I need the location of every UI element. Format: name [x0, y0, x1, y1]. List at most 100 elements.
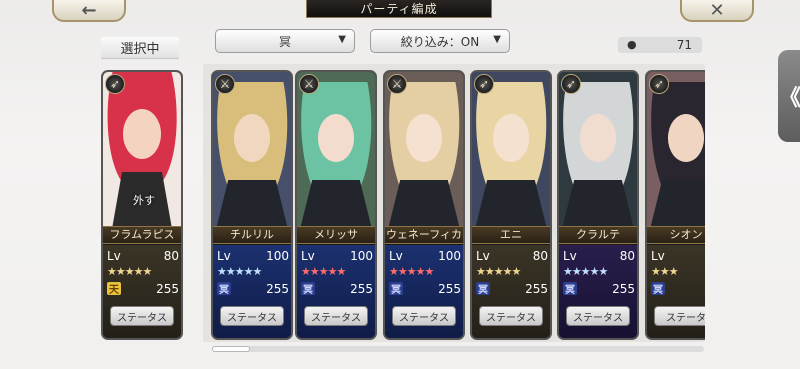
character-name: クラルテ	[559, 226, 637, 244]
character-portrait	[297, 72, 375, 226]
character-portrait	[647, 72, 705, 226]
card-scroll-area[interactable]: ⚔ チルリル Lv 100 ★★★★★ 冥 255 ステータス ⚔ メリッサ Lv 100 ★★★★★ 冥…	[203, 70, 705, 342]
level-value: 100	[438, 249, 461, 263]
sword-icon: ⚔	[387, 74, 407, 94]
back-arrow-icon: ←	[81, 0, 97, 21]
character-name: エニ	[472, 226, 550, 244]
level-value: 80	[619, 249, 635, 263]
star-rating: ★★★	[651, 265, 679, 278]
character-card[interactable]: ➶ シオン Lv8 ★★★ 冥2 ステータ	[645, 70, 705, 340]
element-row: 冥2	[651, 282, 705, 296]
character-portrait	[472, 72, 550, 226]
star-rating: ★★★★★	[301, 265, 346, 278]
character-portrait	[213, 72, 291, 226]
level-row: Lv 80	[563, 249, 635, 263]
sword-icon: ⚔	[299, 74, 319, 94]
element-row: 冥 255	[476, 282, 548, 296]
element-value: 255	[525, 282, 548, 296]
chevron-down-icon: ▼	[338, 34, 346, 45]
stats-area: Lv8 ★★★ 冥2 ステータ	[647, 245, 705, 338]
page-title: パーティ編成	[306, 0, 492, 18]
dark-element-icon: 冥	[389, 282, 403, 296]
filter-dropdown-value: 絞り込み：ON	[400, 34, 480, 49]
sort-dropdown-value: 冥	[278, 34, 291, 49]
character-card[interactable]: ⚔ メリッサ Lv 100 ★★★★★ 冥 255 ステータス	[295, 70, 377, 340]
remove-label[interactable]: 外す	[131, 193, 157, 209]
level-row: Lv 100	[389, 249, 461, 263]
outfit-shape	[216, 180, 288, 226]
status-button[interactable]: ステータス	[392, 306, 456, 326]
star-rating: ★★★★★	[476, 265, 521, 278]
character-card[interactable]: ➶ エニ Lv 80 ★★★★★ 冥 255 ステータス	[470, 70, 552, 340]
selected-label: 選択中	[101, 37, 179, 59]
dark-element-icon: 冥	[301, 282, 315, 296]
bow-icon: ➶	[561, 74, 581, 94]
star-rating: ★★★★★	[563, 265, 608, 278]
face-shape	[317, 114, 355, 162]
close-icon: ✕	[709, 0, 725, 21]
face-shape	[579, 114, 617, 162]
side-panel-tab[interactable]: 《	[778, 50, 800, 142]
sword-icon: ⚔	[215, 74, 235, 94]
sky-element-icon: 天	[107, 282, 121, 296]
scrollbar-thumb[interactable]	[212, 346, 250, 352]
outfit-shape	[475, 180, 547, 226]
element-value: 255	[350, 282, 373, 296]
owned-count-box: ● 71	[618, 37, 702, 53]
bow-icon: ➶	[474, 74, 494, 94]
element-row: 冥 255	[389, 282, 461, 296]
face-shape	[122, 109, 162, 159]
character-card[interactable]: ➶ クラルテ Lv 80 ★★★★★ 冥 255 ステータス	[557, 70, 639, 340]
element-row: 冥 255	[217, 282, 289, 296]
filter-dropdown[interactable]: 絞り込み：ON ▼	[370, 29, 510, 53]
sort-dropdown[interactable]: 冥 ▼	[215, 29, 355, 53]
character-portrait	[559, 72, 637, 226]
face-shape	[667, 114, 705, 162]
stats-area: Lv 80 ★★★★★ 冥 255 ステータス	[472, 245, 550, 338]
status-button[interactable]: ステータス	[479, 306, 543, 326]
status-button[interactable]: ステータス	[110, 306, 174, 326]
horizontal-scrollbar[interactable]	[212, 346, 704, 352]
back-button[interactable]: ←	[52, 0, 126, 22]
bow-icon: ➶	[649, 74, 669, 94]
level-value: 100	[350, 249, 373, 263]
star-rating: ★★★★★	[217, 265, 262, 278]
status-button[interactable]: ステータス	[304, 306, 368, 326]
level-row: Lv 100	[217, 249, 289, 263]
status-button[interactable]: ステータス	[220, 306, 284, 326]
level-label: Lv	[301, 249, 315, 263]
element-row: 天 255	[107, 282, 179, 296]
level-label: Lv	[651, 249, 665, 263]
person-icon: ●	[627, 38, 637, 51]
level-label: Lv	[107, 249, 121, 263]
character-name: メリッサ	[297, 226, 375, 244]
character-card[interactable]: ⚔ チルリル Lv 100 ★★★★★ 冥 255 ステータス	[211, 70, 293, 340]
element-row: 冥 255	[301, 282, 373, 296]
dark-element-icon: 冥	[476, 282, 490, 296]
star-rating: ★★★★★	[107, 265, 152, 278]
level-label: Lv	[476, 249, 490, 263]
face-shape	[233, 114, 271, 162]
element-value: 255	[156, 282, 179, 296]
stats-area: Lv 100 ★★★★★ 冥 255 ステータス	[297, 245, 375, 338]
owned-count: 71	[676, 38, 692, 52]
level-value: 100	[266, 249, 289, 263]
character-name: フラムラピス	[103, 226, 181, 244]
face-shape	[405, 114, 443, 162]
status-button[interactable]: ステータ	[654, 306, 705, 326]
character-name: シオン	[647, 226, 705, 244]
level-label: Lv	[563, 249, 577, 263]
level-value: 80	[532, 249, 548, 263]
character-name: ウェネーフィカ	[385, 226, 463, 244]
outfit-shape	[388, 180, 460, 226]
selected-character-card[interactable]: ➶ 外す フラムラピス Lv 80 ★★★★★ 天 255 ステータス	[101, 70, 183, 340]
close-button[interactable]: ✕	[680, 0, 754, 22]
dark-element-icon: 冥	[217, 282, 231, 296]
stats-area: Lv 80 ★★★★★ 冥 255 ステータス	[559, 245, 637, 338]
character-portrait	[385, 72, 463, 226]
element-value: 255	[266, 282, 289, 296]
outfit-shape	[300, 180, 372, 226]
outfit-shape	[562, 180, 634, 226]
status-button[interactable]: ステータス	[566, 306, 630, 326]
character-card[interactable]: ⚔ ウェネーフィカ Lv 100 ★★★★★ 冥 255 ステータス	[383, 70, 465, 340]
